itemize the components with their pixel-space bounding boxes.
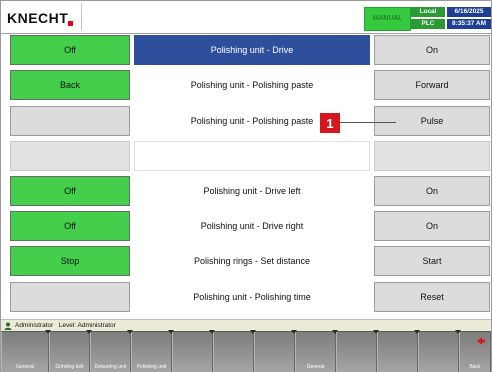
nav-grinding-belt[interactable]: Grinding belt bbox=[49, 330, 92, 372]
date-display: 6/16/2025 bbox=[447, 7, 491, 17]
user-level: Level: Administrator bbox=[58, 322, 116, 329]
nav-slot-9[interactable] bbox=[336, 330, 379, 372]
time-display: 8:35:37 AM bbox=[447, 19, 491, 29]
set-distance-start-button[interactable]: Start bbox=[374, 246, 490, 276]
paste-forward-button[interactable]: Forward bbox=[374, 70, 490, 100]
mode-indicator: MANUAL bbox=[364, 7, 411, 31]
nav-slot-7[interactable] bbox=[254, 330, 297, 372]
set-distance-stop-button[interactable]: Stop bbox=[10, 246, 130, 276]
paste-back-button[interactable]: Back bbox=[10, 70, 130, 100]
row-label-drive[interactable]: Polishing unit - Drive bbox=[134, 35, 370, 65]
polishing-time-reset-button[interactable]: Reset bbox=[374, 282, 490, 312]
header-bar: KNECHT MANUAL Local PLC 6/16/2025 8:35:3… bbox=[1, 1, 491, 34]
empty-right-button bbox=[374, 141, 490, 171]
back-arrow-icon bbox=[477, 337, 485, 345]
nav-back[interactable]: Back bbox=[459, 332, 491, 372]
nav-slot-11[interactable] bbox=[418, 330, 461, 372]
row-label-empty bbox=[134, 141, 370, 171]
drive-left-on-button[interactable]: On bbox=[374, 176, 490, 206]
nav-slot-6[interactable] bbox=[213, 330, 256, 372]
user-icon bbox=[4, 322, 12, 330]
nav-general-2[interactable]: General bbox=[295, 330, 338, 372]
location-indicator: Local bbox=[411, 7, 445, 17]
callout-marker: 1 bbox=[320, 113, 340, 133]
hmi-screen: KNECHT MANUAL Local PLC 6/16/2025 8:35:3… bbox=[0, 0, 492, 372]
drive-right-off-button[interactable]: Off bbox=[10, 211, 130, 241]
nav-slot-10[interactable] bbox=[377, 330, 420, 372]
bottom-nav: General Grinding belt Deburring unit Pol… bbox=[1, 330, 491, 372]
user-name: Administrator bbox=[15, 322, 54, 329]
drive-on-button[interactable]: On bbox=[374, 35, 490, 65]
row-label-polishing-time[interactable]: Polishing unit - Polishing time bbox=[134, 282, 370, 312]
brand-logo-dot bbox=[68, 21, 73, 26]
plc-indicator: PLC bbox=[411, 19, 445, 29]
drive-right-on-button[interactable]: On bbox=[374, 211, 490, 241]
row-label-set-distance[interactable]: Polishing rings - Set distance bbox=[134, 246, 370, 276]
row-label-drive-right[interactable]: Polishing unit - Drive right bbox=[134, 211, 370, 241]
nav-deburring-unit[interactable]: Deburring unit bbox=[90, 330, 133, 372]
brand-logo: KNECHT bbox=[7, 10, 69, 26]
nav-general[interactable]: General bbox=[1, 330, 51, 372]
nav-polishing-unit[interactable]: Polishing unit bbox=[131, 330, 174, 372]
drive-left-off-button[interactable]: Off bbox=[10, 176, 130, 206]
empty-left-button bbox=[10, 141, 130, 171]
paste-pulse-button[interactable]: Pulse bbox=[374, 106, 490, 136]
paste-pulse-left-button[interactable] bbox=[10, 106, 130, 136]
nav-slot-5[interactable] bbox=[172, 330, 215, 372]
polishing-time-left-button[interactable] bbox=[10, 282, 130, 312]
callout-leader-line bbox=[340, 122, 396, 123]
header-divider bbox=[81, 3, 82, 31]
row-label-drive-left[interactable]: Polishing unit - Drive left bbox=[134, 176, 370, 206]
drive-off-button[interactable]: Off bbox=[10, 35, 130, 65]
row-label-polishing-paste[interactable]: Polishing unit - Polishing paste bbox=[134, 70, 370, 100]
